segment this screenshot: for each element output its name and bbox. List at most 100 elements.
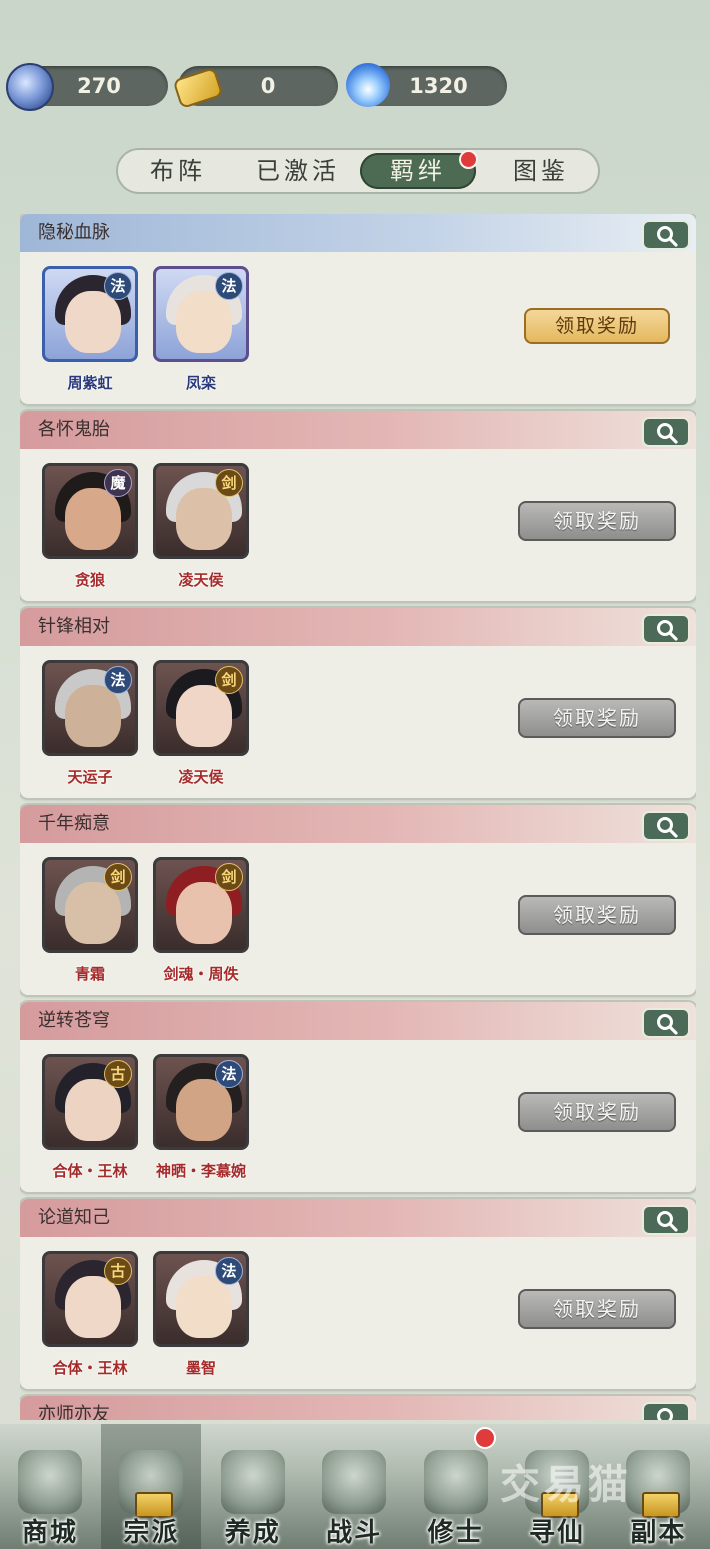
tab-formation[interactable]: 布阵 [128,150,228,192]
hero-class-badge: 剑 [215,863,243,891]
hero-portrait[interactable]: 法 [42,660,138,756]
bond-card: 千年痴意剑青霜 剑剑魂・周佚 领取奖励 [20,805,696,995]
hero-name: 墨智 [185,1359,216,1377]
search-icon [657,1408,673,1420]
tab-bar: 布阵 已激活 羁绊 图鉴 [116,148,600,194]
hero-name: 合体・王林 [52,1162,128,1180]
bond-title: 各怀鬼胎 [38,419,110,440]
hero-portrait[interactable]: 剑 [153,857,249,953]
claim-reward-button[interactable]: 领取奖励 [518,1092,676,1132]
hero-name: 青霜 [74,965,105,983]
claim-reward-button[interactable]: 领取奖励 [518,1289,676,1329]
nav-label: 养成 [224,1518,281,1548]
hero-name: 天运子 [67,768,113,786]
bond-card-header: 各怀鬼胎 [20,411,696,449]
bond-detail-button[interactable] [642,1205,690,1235]
cultivator-notification-badge [474,1427,496,1449]
spirit-stone-counter[interactable]: 270 [6,63,168,111]
bond-detail-button[interactable] [642,811,690,841]
search-icon [657,423,678,444]
nav-label: 战斗 [326,1518,383,1548]
search-icon [657,1014,678,1035]
bond-detail-button[interactable] [642,1402,690,1420]
hero-class-badge: 剑 [104,863,132,891]
hero-portrait[interactable]: 法 [153,1054,249,1150]
bond-card: 针锋相对法天运子 剑凌天侯 领取奖励 [20,608,696,798]
nav-label: 商城 [21,1518,78,1548]
hero-portrait[interactable]: 法 [42,266,138,362]
nav-item[interactable]: 宗派 [101,1424,202,1549]
pavilion-icon [18,1450,82,1514]
hero-class-badge: 法 [215,1257,243,1285]
tab-bonds-notification-badge [459,150,478,169]
hero-portrait[interactable]: 剑 [42,857,138,953]
hero-class-badge: 剑 [215,469,243,497]
nav-label: 修士 [427,1518,484,1548]
tab-activated[interactable]: 已激活 [238,150,358,192]
nav-item[interactable]: 养成 [203,1424,303,1549]
hero-portrait[interactable]: 剑 [153,463,249,559]
search-icon [657,817,678,838]
hero-portrait[interactable]: 法 [153,266,249,362]
hero-name: 周紫虹 [67,374,113,392]
hero-name: 凌天侯 [178,768,224,786]
cultivator-icon [423,1450,488,1514]
bond-detail-button[interactable] [642,417,690,447]
gold-ingot-counter[interactable]: 0 [172,66,338,110]
nav-label: 寻仙 [528,1518,585,1548]
hero-class-badge: 古 [104,1060,132,1088]
gourd-icon [220,1450,285,1514]
bond-card-header: 逆转苍穹 [20,1002,696,1040]
bond-card-header: 论道知己 [20,1199,696,1237]
hero-name: 剑魂・周佚 [163,965,239,983]
hero-class-badge: 魔 [104,469,132,497]
blue-flame-value: 1320 [409,74,468,98]
bond-card-header: 针锋相对 [20,608,696,646]
hero-portrait[interactable]: 古 [42,1251,138,1347]
bond-title: 论道知己 [38,1207,110,1228]
bond-card-header: 亦师亦友 [20,1396,696,1420]
hero-portrait[interactable]: 古 [42,1054,138,1150]
hero-portrait[interactable]: 剑 [153,660,249,756]
claim-reward-button[interactable]: 领取奖励 [518,501,676,541]
gold-ingot-value: 0 [260,74,276,98]
bond-card: 逆转苍穹古合体・王林 法神晒・李慕婉 领取奖励 [20,1002,696,1192]
search-icon [657,1211,678,1232]
hero-class-badge: 法 [215,272,243,300]
bond-card-header: 千年痴意 [20,805,696,843]
claim-reward-button[interactable]: 领取奖励 [524,308,670,344]
bond-detail-button[interactable] [642,614,690,644]
hero-class-badge: 法 [104,666,132,694]
nav-label: 宗派 [123,1518,180,1548]
bond-detail-button[interactable] [642,220,690,250]
bond-title: 千年痴意 [38,813,110,834]
bond-detail-button[interactable] [642,1008,690,1038]
spirit-stone-value: 270 [77,74,121,98]
bond-title: 针锋相对 [38,616,110,637]
bond-title: 隐秘血脉 [38,222,110,243]
hero-name: 凌天侯 [178,571,224,589]
search-icon [657,226,678,247]
claim-reward-button[interactable]: 领取奖励 [518,698,676,738]
hero-class-badge: 古 [104,1257,132,1285]
hero-name: 贪狼 [74,571,105,589]
bond-card: 各怀鬼胎魔贪狼 剑凌天侯 领取奖励 [20,411,696,601]
claim-reward-button[interactable]: 领取奖励 [518,895,676,935]
bond-title: 逆转苍穹 [38,1010,110,1031]
hero-class-badge: 剑 [215,666,243,694]
tab-codex[interactable]: 图鉴 [486,150,596,192]
search-icon [657,620,678,641]
hero-class-badge: 法 [104,272,132,300]
bond-card-header: 隐秘血脉 [20,214,696,252]
blue-flame-counter[interactable]: 1320 [346,63,507,107]
bond-list[interactable]: 隐秘血脉法周紫虹法凤栾 领取奖励 各怀鬼胎魔贪狼剑凌天侯 领取奖励 针锋相对法天运子剑凌… [20,214,696,1420]
bond-title: 亦师亦友 [38,1404,110,1420]
nav-item[interactable]: 战斗 [304,1424,404,1549]
hero-class-badge: 法 [215,1060,243,1088]
bond-card: 论道知己古合体・王林 法墨智 领取奖励 [20,1199,696,1389]
hero-portrait[interactable]: 法 [153,1251,249,1347]
nav-item[interactable]: 商城 [0,1424,100,1549]
hero-name: 合体・王林 [52,1359,128,1377]
battle-icon [322,1450,387,1514]
hero-portrait[interactable]: 魔 [42,463,138,559]
